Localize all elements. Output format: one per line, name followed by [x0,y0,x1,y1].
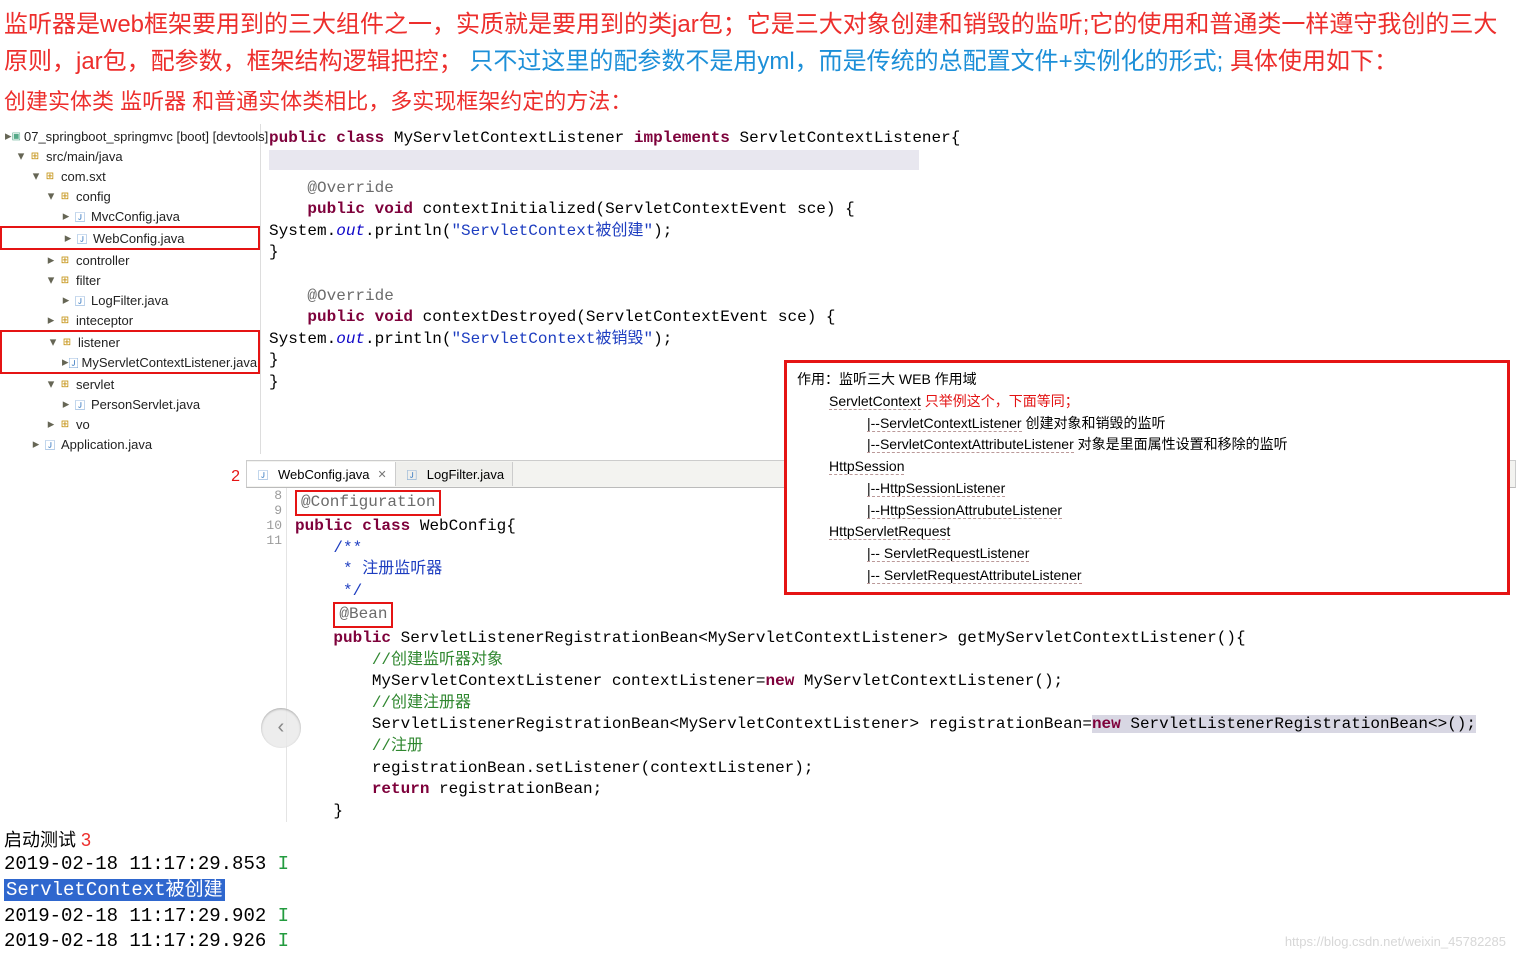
tree-application[interactable]: ▸🄹Application.java [0,434,260,454]
tree-logfilter[interactable]: ▸🄹LogFilter.java [0,290,260,310]
log-selected: ServletContext被创建 [4,879,225,901]
tree-interceptor[interactable]: ▸⊞inteceptor [0,310,260,330]
info-box: 作用：监听三大 WEB 作用域 ServletContext 只举例这个，下面等… [784,360,1510,595]
intro-blue: 只不过这里的配参数不是用yml，而是传统的总配置文件+实例化的形式; [469,48,1223,75]
tree-filter[interactable]: ▾⊞filter [0,270,260,290]
ide-section-2: 2 🄹WebConfig.java✕ 🄹LogFilter.java 89101… [0,460,1516,822]
tree-listener-boxed: ▾⊞listener ▸🄹MyServletContextListener.ja… [0,330,260,374]
tree-webconfig-boxed[interactable]: ▸🄹WebConfig.java [0,226,260,250]
project-tree[interactable]: ▸▣07_springboot_springmvc [boot] [devtoo… [0,124,261,454]
editor-selection [269,150,1516,178]
tree-pkg[interactable]: ▾⊞com.sxt [0,166,260,186]
tree-config[interactable]: ▾⊞config [0,186,260,206]
tree-listener[interactable]: ▾⊞listener [2,332,258,352]
line-gutter: 891011 [246,488,287,822]
watermark: https://blog.csdn.net/weixin_45782285 [1285,934,1506,949]
launch-section: 启动测试 3 2019-02-18 11:17:29.853 I Servlet… [0,826,1516,955]
tab-webconfig[interactable]: 🄹WebConfig.java✕ [247,462,396,486]
tree-mylistener[interactable]: ▸🄹MyServletContextListener.java [2,352,258,372]
step-number-2: 2 [0,460,246,486]
close-icon[interactable]: ✕ [378,468,387,481]
launch-title: 启动测试 3 [4,826,1516,852]
subheading: 创建实体类 监听器 和普通实体类相比，多实现框架约定的方法： [0,80,1516,124]
intro-tail: 具体使用如下： [1230,48,1398,75]
tree-controller[interactable]: ▸⊞controller [0,250,260,270]
tree-project[interactable]: ▸▣07_springboot_springmvc [boot] [devtoo… [0,126,260,146]
tree-personservlet[interactable]: ▸🄹PersonServlet.java [0,394,260,414]
tree-srcmain[interactable]: ▾⊞src/main/java [0,146,260,166]
intro-paragraph: 监听器是web框架要用到的三大组件之一，实质就是要用到的类jar包；它是三大对象… [0,0,1516,80]
tab-logfilter[interactable]: 🄹LogFilter.java [396,462,513,486]
code-editor-1[interactable]: public class MyServletContextListener im… [261,124,1516,393]
tree-vo[interactable]: ▸⊞vo [0,414,260,434]
tree-servlet[interactable]: ▾⊞servlet [0,374,260,394]
tree-mvcconfig[interactable]: ▸🄹MvcConfig.java [0,206,260,226]
